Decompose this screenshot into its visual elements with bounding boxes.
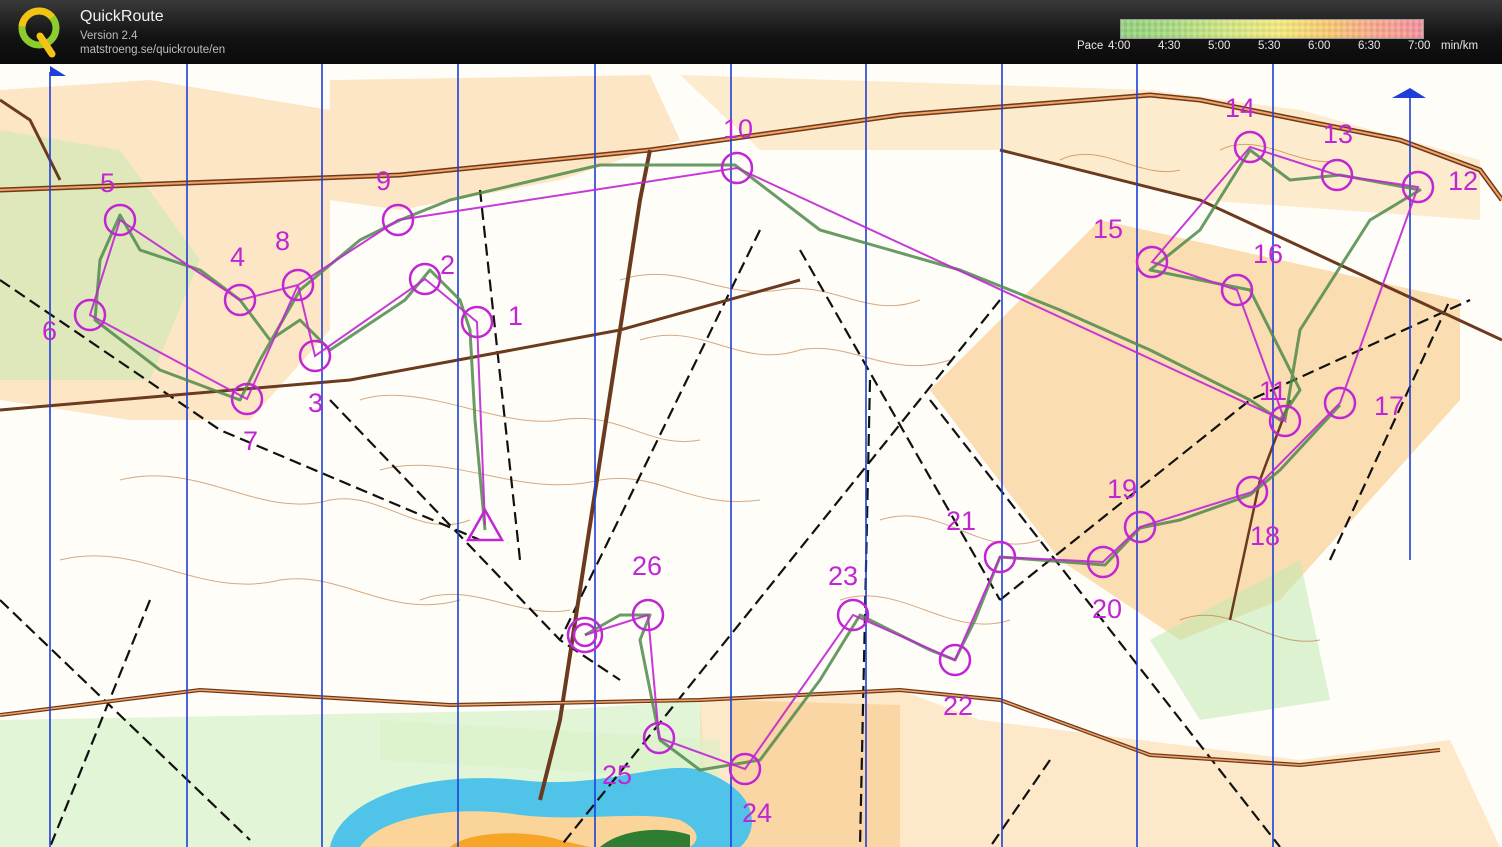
map-canvas[interactable]: 1 2 3 4 5 6 7 8 9 10 11 12 13 14 15 16 1… <box>0 64 1502 847</box>
pace-color-scale <box>1120 19 1424 39</box>
control-label-16: 16 <box>1253 239 1283 269</box>
app-title: QuickRoute <box>80 8 164 25</box>
pace-tick-label: 6:00 <box>1308 40 1331 52</box>
pace-tick-label: 6:30 <box>1358 40 1381 52</box>
pace-legend-label: Pace <box>1077 40 1104 52</box>
app-url[interactable]: matstroeng.se/quickroute/en <box>80 44 225 56</box>
orienteering-map[interactable]: 1 2 3 4 5 6 7 8 9 10 11 12 13 14 15 16 1… <box>0 64 1502 847</box>
control-label-1: 1 <box>508 301 523 331</box>
control-label-5: 5 <box>100 168 115 198</box>
pace-tick-label: 4:00 <box>1108 40 1131 52</box>
control-label-11: 11 <box>1259 376 1287 406</box>
control-label-12: 12 <box>1448 166 1478 196</box>
control-label-3: 3 <box>308 388 323 418</box>
control-label-24: 24 <box>742 798 772 828</box>
control-label-15: 15 <box>1093 214 1123 244</box>
control-label-22: 22 <box>943 691 973 721</box>
control-label-7: 7 <box>243 426 258 456</box>
control-label-25: 25 <box>602 760 632 790</box>
control-label-10: 10 <box>723 114 753 144</box>
control-label-14: 14 <box>1225 93 1255 123</box>
pace-tick-label: 7:00 <box>1408 40 1431 52</box>
app-header: QuickRoute Version 2.4 matstroeng.se/qui… <box>0 0 1502 64</box>
control-label-26: 26 <box>632 551 662 581</box>
pace-unit-label: min/km <box>1441 40 1479 52</box>
pace-tick-label: 4:30 <box>1158 40 1181 52</box>
control-label-19: 19 <box>1107 474 1137 504</box>
control-label-2: 2 <box>440 250 455 280</box>
control-label-9: 9 <box>376 166 391 196</box>
control-label-20: 20 <box>1092 594 1122 624</box>
control-label-4: 4 <box>230 242 245 272</box>
control-label-17: 17 <box>1374 391 1404 421</box>
control-label-23: 23 <box>828 561 858 591</box>
pace-tick-label: 5:00 <box>1208 40 1231 52</box>
control-label-13: 13 <box>1323 119 1353 149</box>
pace-tick-label: 5:30 <box>1258 40 1281 52</box>
control-label-8: 8 <box>275 226 290 256</box>
control-label-18: 18 <box>1250 521 1280 551</box>
app-version: Version 2.4 <box>80 30 138 42</box>
control-label-6: 6 <box>42 316 57 346</box>
control-label-21: 21 <box>946 506 976 536</box>
quickroute-logo-icon <box>18 7 60 58</box>
